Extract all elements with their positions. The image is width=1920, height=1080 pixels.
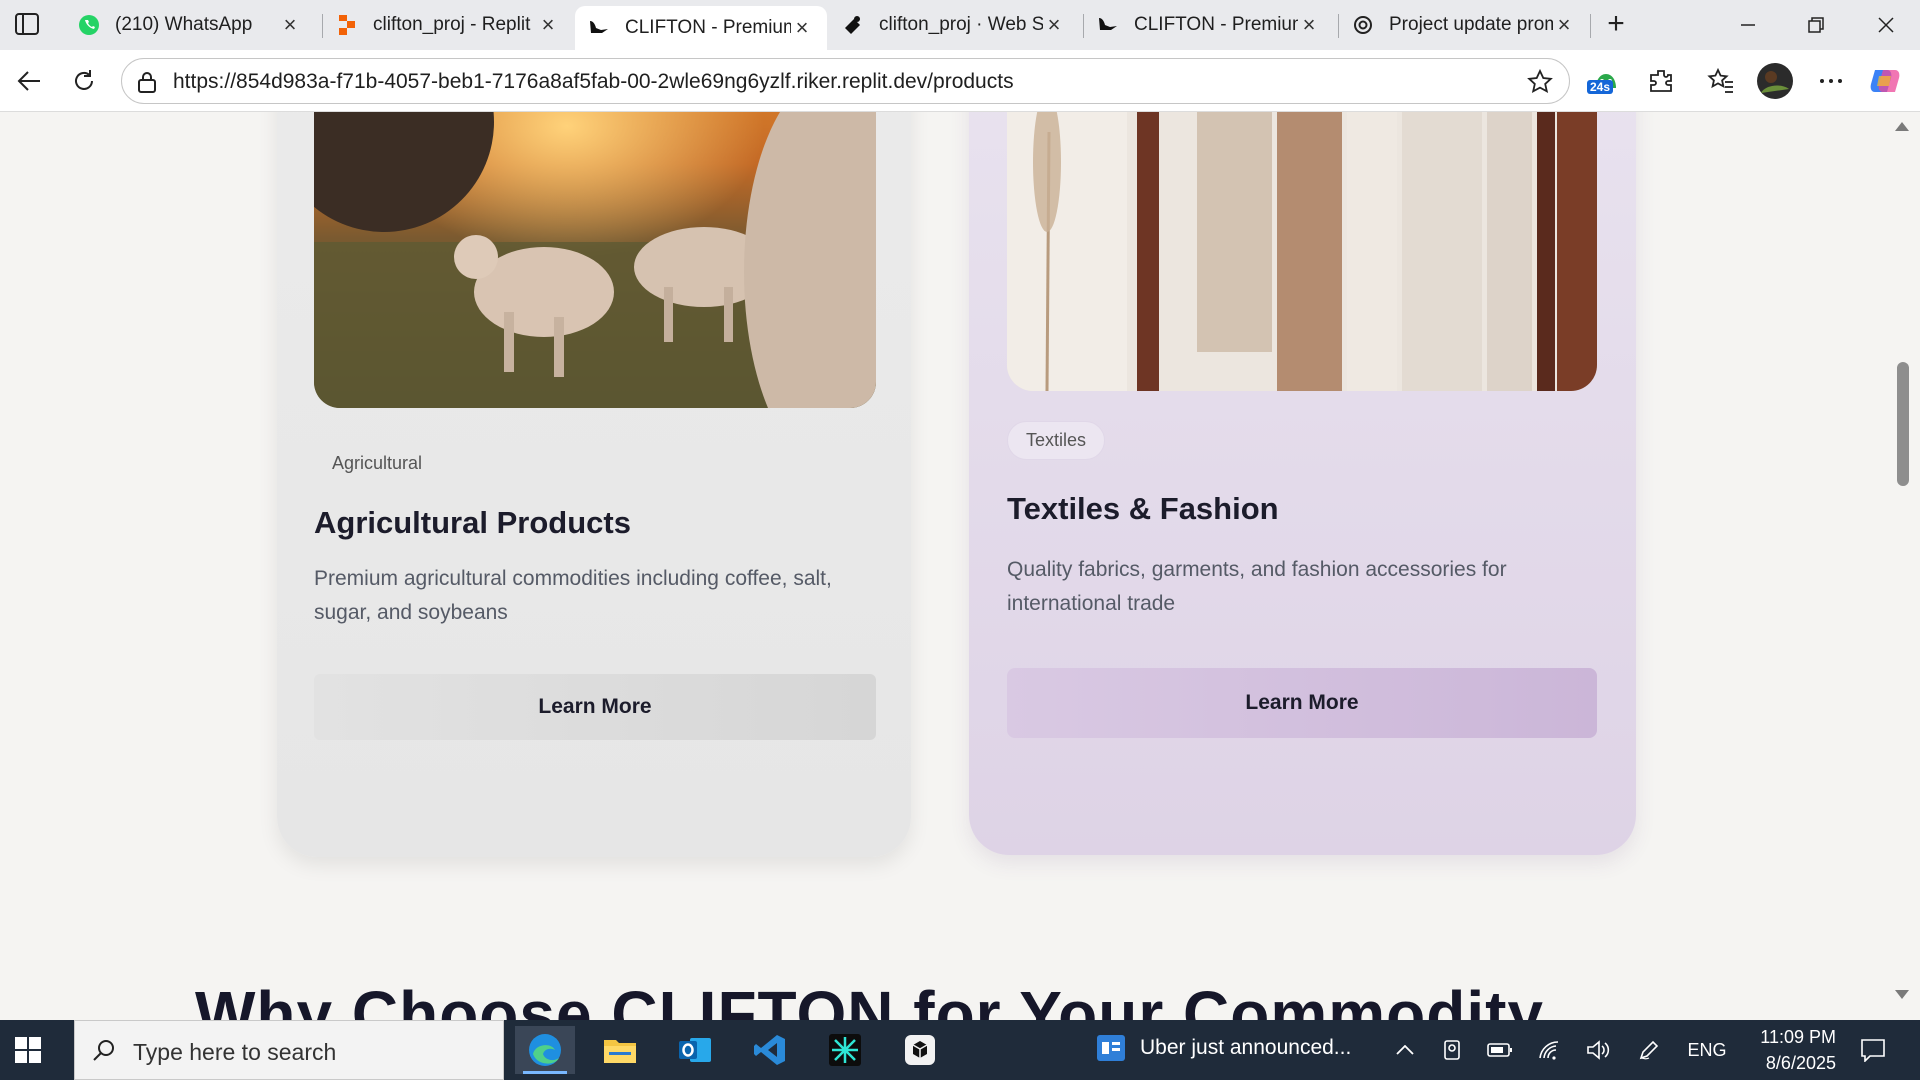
close-tab-icon[interactable]: ×: [791, 15, 813, 40]
restore-icon[interactable]: [1796, 10, 1836, 40]
new-tab-button[interactable]: +: [1601, 9, 1631, 40]
system-clock[interactable]: 11:09 PM 8/6/2025: [1746, 1024, 1836, 1076]
search-icon: [91, 1038, 117, 1064]
news-widget-icon: [1097, 1035, 1125, 1061]
clifton-logo-icon: [1096, 13, 1120, 37]
file-explorer-icon[interactable]: [590, 1026, 650, 1074]
copilot-icon[interactable]: [1866, 62, 1904, 100]
card-title: Agricultural Products: [314, 505, 631, 540]
refresh-icon[interactable]: [67, 64, 101, 98]
app-box-icon[interactable]: [890, 1026, 950, 1074]
whatsapp-icon: [77, 13, 101, 37]
back-icon[interactable]: [12, 64, 46, 98]
tab-clifton-active[interactable]: CLIFTON - Premium ×: [575, 6, 827, 50]
show-hidden-icons-chevron-icon[interactable]: [1392, 1036, 1418, 1064]
tab-clifton[interactable]: CLIFTON - Premium ×: [1084, 6, 1334, 44]
meet-now-icon[interactable]: [1440, 1036, 1466, 1064]
learn-more-button[interactable]: Learn More: [1007, 668, 1597, 738]
taskbar-notification[interactable]: Uber just announced...: [1096, 1034, 1351, 1062]
pen-icon[interactable]: [1634, 1036, 1664, 1064]
learn-more-button[interactable]: Learn More: [314, 674, 876, 740]
taskbar-search-input[interactable]: Type here to search: [74, 1020, 504, 1080]
vscode-icon[interactable]: [740, 1026, 800, 1074]
card-description: Quality fabrics, garments, and fashion a…: [1007, 558, 1507, 615]
close-tab-icon[interactable]: ×: [537, 12, 559, 37]
more-options-icon[interactable]: [1812, 62, 1850, 100]
tab-chatgpt[interactable]: Project update prom ×: [1339, 6, 1589, 44]
close-tab-icon[interactable]: ×: [1298, 12, 1320, 37]
product-card-textiles: Textiles Textiles & Fashion Quality fabr…: [969, 112, 1636, 855]
notification-center-icon[interactable]: [1856, 1036, 1890, 1064]
favorites-icon[interactable]: [1702, 62, 1740, 100]
scroll-up-icon[interactable]: [1895, 122, 1909, 131]
close-window-icon[interactable]: [1866, 10, 1906, 40]
extensions-icon[interactable]: [1642, 62, 1680, 100]
agricultural-image: [314, 112, 876, 408]
language-indicator[interactable]: ENG: [1682, 1036, 1732, 1064]
outlook-icon[interactable]: [665, 1026, 725, 1074]
chatgpt-icon: [1351, 13, 1375, 37]
profile-avatar[interactable]: [1756, 62, 1794, 100]
wifi-icon[interactable]: [1535, 1036, 1565, 1064]
close-tab-icon[interactable]: ×: [279, 12, 301, 37]
category-badge: Agricultural: [332, 453, 423, 473]
volume-icon[interactable]: [1583, 1036, 1613, 1064]
close-tab-icon[interactable]: ×: [1043, 12, 1065, 37]
lock-icon[interactable]: [136, 70, 160, 94]
category-badge: Textiles: [1007, 421, 1106, 460]
favorite-star-icon[interactable]: [1527, 68, 1553, 95]
browser-tab-bar: (210) WhatsApp × clifton_proj - Replit ×…: [0, 0, 1920, 50]
windows-taskbar: Type here to search Uber just announced.…: [0, 1020, 1920, 1080]
card-title: Textiles & Fashion: [1007, 491, 1279, 526]
product-card-agricultural: Agricultural Agricultural Products Premi…: [277, 112, 911, 857]
close-tab-icon[interactable]: ×: [1553, 12, 1575, 37]
tab-replit-web[interactable]: clifton_proj · Web Se ×: [829, 6, 1079, 44]
tab-whatsapp[interactable]: (210) WhatsApp ×: [65, 6, 315, 44]
card-description: Premium agricultural commodities includi…: [314, 567, 832, 624]
tab-actions-icon[interactable]: [14, 12, 48, 38]
url-text[interactable]: https://854d983a-f71b-4057-beb1-7176a8af…: [173, 70, 1014, 94]
tab-replit[interactable]: clifton_proj - Replit ×: [323, 6, 573, 44]
app-cyan-icon[interactable]: [815, 1026, 875, 1074]
extension-badge: 24s: [1587, 80, 1614, 94]
replit-web-icon: [841, 13, 865, 37]
windows-start-icon[interactable]: [14, 1036, 54, 1066]
section-heading: Why Choose CLIFTON for Your Commodity: [195, 978, 1544, 1020]
tab-divider: [1590, 14, 1591, 38]
scroll-down-icon[interactable]: [1895, 990, 1909, 999]
battery-icon[interactable]: [1485, 1036, 1515, 1064]
scrollbar-thumb[interactable]: [1897, 362, 1909, 486]
browser-toolbar: https://854d983a-f71b-4057-beb1-7176a8af…: [0, 50, 1920, 112]
page-viewport: Agricultural Agricultural Products Premi…: [0, 112, 1920, 1020]
clock-date: 8/6/2025: [1765, 1053, 1836, 1073]
clifton-logo-icon: [587, 16, 611, 40]
textiles-image: [1007, 112, 1597, 391]
replit-icon: [335, 13, 359, 37]
address-bar[interactable]: https://854d983a-f71b-4057-beb1-7176a8af…: [121, 58, 1570, 104]
page-scrollbar[interactable]: [1893, 112, 1920, 1020]
edge-taskbar-icon[interactable]: [515, 1026, 575, 1074]
clock-time: 11:09 PM: [1760, 1027, 1836, 1047]
minimize-icon[interactable]: [1728, 10, 1768, 40]
